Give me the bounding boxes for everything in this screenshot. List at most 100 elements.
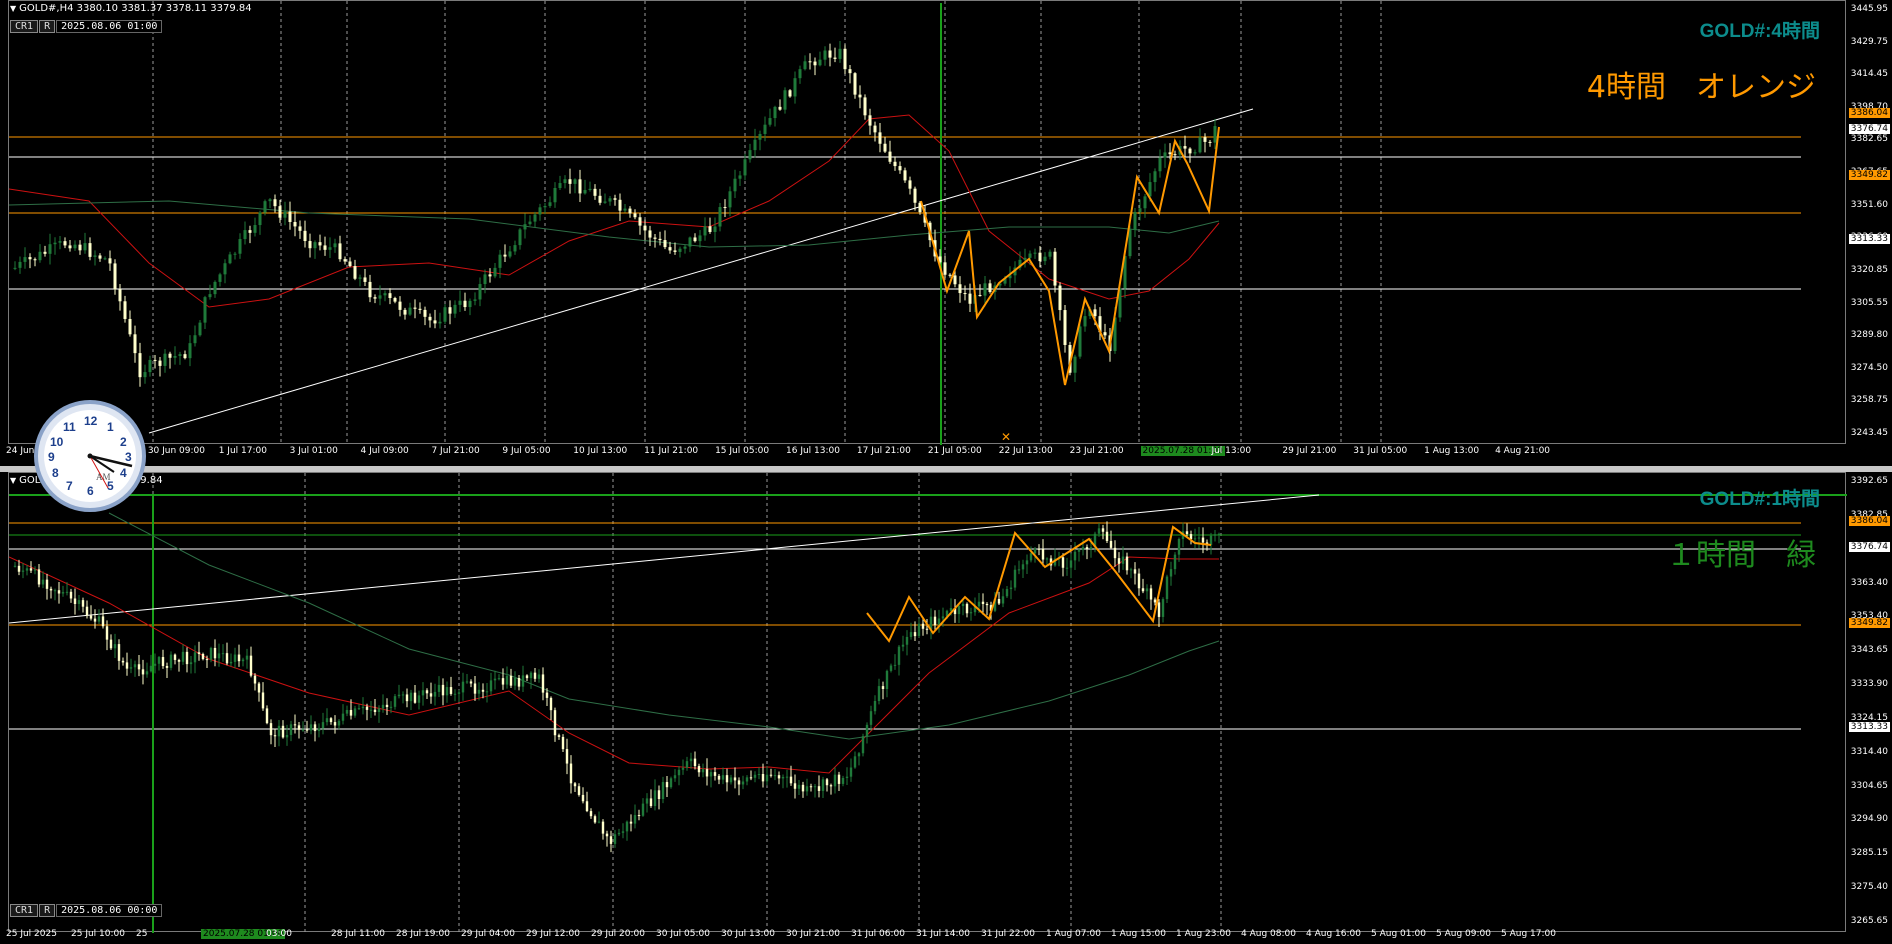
candle-body [161, 657, 165, 666]
candle-body [629, 821, 633, 824]
candle-body [283, 211, 287, 218]
candle-body [528, 221, 532, 225]
candle-body [113, 263, 117, 290]
candle-body [737, 780, 741, 785]
candle-body [153, 663, 157, 666]
candle-body [1037, 548, 1041, 550]
candle-body [1029, 553, 1033, 561]
candle-body [1053, 251, 1057, 286]
candle-body [963, 293, 967, 295]
candle-body [757, 774, 761, 776]
crosshair-readout-h1: CR1 R 2025.08.06 00:00 [10, 904, 163, 917]
collapse-triangle-icon[interactable]: ▼ [10, 4, 16, 13]
candle-body [648, 230, 652, 238]
candle-body [477, 689, 481, 694]
candle-body [738, 175, 742, 179]
candle-body [288, 211, 292, 222]
analog-clock-widget[interactable]: 12 1 2 3 4 5 6 7 8 9 10 11 AM [34, 400, 146, 512]
candle-body [1093, 309, 1097, 317]
candle-body [1048, 251, 1052, 257]
r-button[interactable]: R [39, 904, 56, 917]
chart-canvas-h4[interactable]: ✕ [9, 1, 1847, 445]
candle-body [317, 728, 321, 732]
cr1-button[interactable]: CR1 [10, 904, 39, 917]
candle-body [498, 254, 502, 268]
time-tick-label: 30 Jul 05:00 [656, 929, 710, 939]
candle-body [773, 106, 777, 119]
candle-body [649, 798, 653, 807]
candle-body [1145, 588, 1149, 592]
candle-body [365, 706, 369, 710]
price-tag-badge: 3376.74 [1848, 124, 1890, 134]
price-tick-label: 3289.80 [1850, 330, 1888, 341]
candle-body [473, 683, 477, 694]
price-axis-h4[interactable]: 3445.953429.753414.453398.703382.653367.… [1846, 0, 1892, 444]
price-tag-badge: 3349.82 [1848, 170, 1890, 180]
candle-body [1028, 253, 1032, 258]
candle-body [48, 244, 52, 254]
candle-body [308, 241, 312, 249]
candle-body [165, 665, 169, 668]
candle-body [468, 300, 472, 308]
candle-body [438, 321, 442, 324]
cursor-datetime: 2025.08.06 00:00 [56, 904, 163, 917]
candle-body [1185, 531, 1189, 535]
candle-body [903, 170, 907, 181]
price-tick-label: 3382.65 [1850, 134, 1888, 145]
r-button[interactable]: R [39, 20, 56, 33]
candle-body [258, 212, 262, 226]
candle-body [425, 690, 429, 694]
price-tick-label: 3243.45 [1850, 428, 1888, 438]
candle-body [457, 692, 461, 694]
candle-body [1001, 596, 1005, 604]
collapse-triangle-icon[interactable]: ▼ [10, 476, 16, 485]
candle-body [397, 694, 401, 697]
candle-body [925, 628, 929, 630]
candle-body [253, 225, 257, 233]
candle-body [1063, 310, 1067, 345]
candle-body [493, 678, 497, 681]
candle-body [385, 704, 389, 708]
time-tick-label: 21 Jul 05:00 [927, 446, 982, 456]
candle-body [1168, 152, 1172, 155]
candle-body [17, 565, 21, 572]
candle-body [633, 213, 637, 218]
time-tick-label: 31 Jul 06:00 [851, 929, 905, 939]
cr1-button[interactable]: CR1 [10, 20, 39, 33]
candle-body [381, 704, 385, 709]
moving-average-red [9, 114, 1220, 308]
candle-body [53, 242, 57, 245]
plot-area-h1[interactable] [8, 472, 1847, 933]
candle-body [1157, 602, 1161, 617]
chart-canvas-h1[interactable] [9, 473, 1847, 933]
candle-body [241, 659, 245, 662]
candle-body [969, 612, 973, 614]
candle-body [997, 599, 1001, 604]
candle-body [943, 262, 947, 275]
candle-body [88, 243, 92, 257]
candle-body [848, 69, 852, 74]
chart-window-h4[interactable]: ✕ ▼ GOLD#,H4 3380.10 3381.37 3378.11 3379… [0, 0, 1892, 466]
time-axis-h1[interactable]: 25 Jul 2025 25 Jul 10:00 25 2025.07.28 01:0… [0, 927, 1892, 944]
candle-body [617, 832, 621, 835]
chart-window-h1[interactable]: ▼GOLD#,H1 3378.72 3379.84 CR1R2025.08.06… [0, 472, 1892, 944]
candle-body [517, 677, 521, 687]
candle-body [98, 255, 102, 259]
candle-body [103, 258, 107, 260]
plot-area-h4[interactable]: ✕ [8, 0, 1847, 445]
candle-body [678, 248, 682, 252]
candle-body [613, 834, 617, 844]
symbol-timeframe-label: GOLD#:4時間 [1699, 21, 1820, 42]
price-tick-label: 3363.40 [1850, 577, 1888, 588]
time-tick-label: 9 Jul 05:00 [502, 446, 551, 456]
time-tick-label: 03:00 [266, 929, 292, 939]
candle-body [261, 692, 265, 709]
time-axis-h4[interactable]: 24 Jun 202530 Jun 01:0030 Jun 09:001 Jul… [0, 444, 1892, 466]
candle-body [189, 662, 193, 665]
price-axis-h1[interactable]: 3392.653382.853373.153363.403353.403343.… [1846, 472, 1892, 932]
candle-body [913, 188, 917, 203]
candle-body [53, 590, 57, 592]
candle-body [429, 693, 433, 697]
candle-body [465, 681, 469, 683]
candle-body [201, 653, 205, 660]
